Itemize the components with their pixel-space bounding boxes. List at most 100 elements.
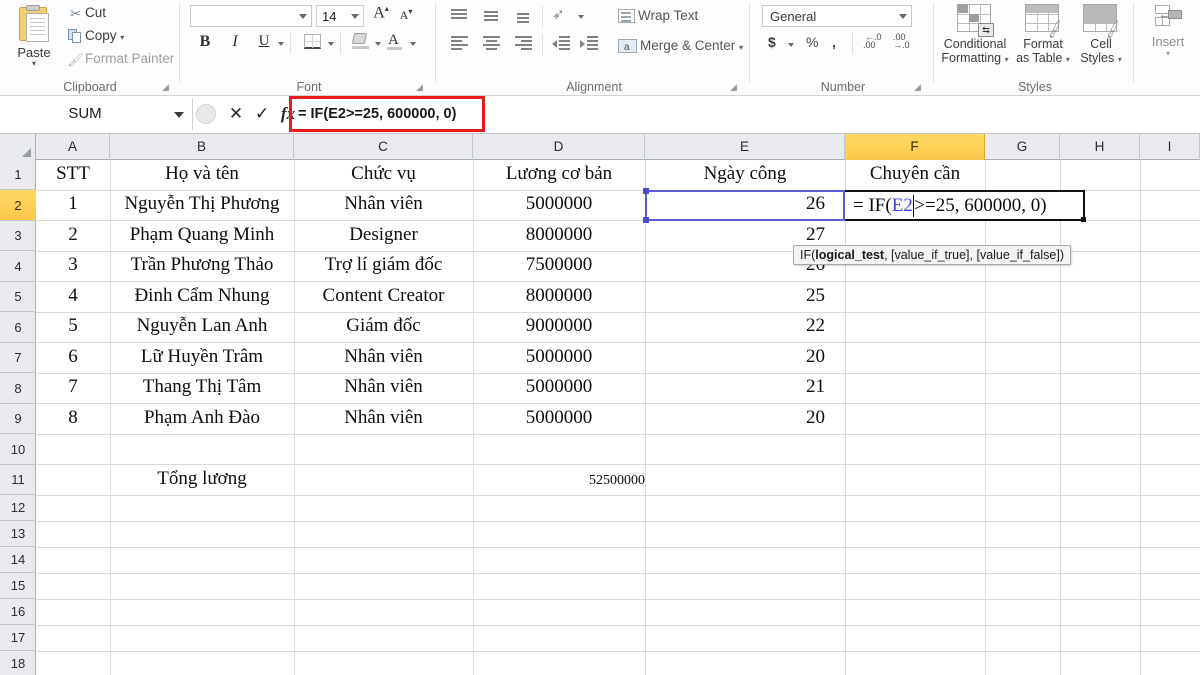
bold-button[interactable]: B	[196, 33, 214, 51]
cell-E3[interactable]: 27	[645, 224, 825, 246]
percent-button[interactable]: %	[806, 34, 818, 50]
cell-D8[interactable]: 5000000	[473, 376, 645, 398]
conditional-formatting-button[interactable]: ⇆ Conditional Formatting ▾	[938, 3, 1012, 67]
cell-B3[interactable]: Phạm Quang Minh	[110, 224, 294, 246]
cell-D9[interactable]: 5000000	[473, 407, 645, 429]
cell-B4[interactable]: Trần Phương Thảo	[110, 254, 294, 276]
orientation-dropdown-caret[interactable]	[578, 15, 584, 19]
cell-A9[interactable]: 8	[36, 407, 110, 429]
cell-A4[interactable]: 3	[36, 254, 110, 276]
orientation-icon[interactable]: ➶	[552, 5, 570, 23]
cancel-formula-button[interactable]: ✕	[224, 98, 248, 130]
align-right-icon[interactable]	[514, 36, 533, 51]
cell-A3[interactable]: 2	[36, 224, 110, 246]
cell-D2[interactable]: 5000000	[473, 193, 645, 215]
cell-B5[interactable]: Đinh Cẩm Nhung	[110, 285, 294, 307]
font-name-input[interactable]	[190, 5, 312, 27]
wrap-text-button[interactable]: Wrap Text	[618, 6, 698, 26]
cell-A7[interactable]: 6	[36, 346, 110, 368]
font-size-input[interactable]: 14	[316, 5, 364, 27]
column-header-h[interactable]: H	[1060, 134, 1140, 160]
number-dialog-launcher[interactable]: ◢	[914, 82, 924, 92]
column-header-f[interactable]: F	[845, 134, 985, 160]
align-bottom-icon[interactable]	[514, 8, 533, 23]
cell-E1[interactable]: Ngày công	[645, 163, 845, 185]
cell-B9[interactable]: Phạm Anh Đào	[110, 407, 294, 429]
cell-C5[interactable]: Content Creator	[294, 285, 473, 307]
cell-styles-button[interactable]: 🖌 Cell Styles ▾	[1064, 3, 1138, 67]
cell-C2[interactable]: Nhân viên	[294, 193, 473, 215]
underline-button[interactable]: U	[255, 33, 273, 50]
row-header-6[interactable]: 6	[0, 312, 36, 343]
row-header-3[interactable]: 3	[0, 221, 36, 251]
row-header-18[interactable]: 18	[0, 651, 36, 675]
currency-dropdown-caret[interactable]	[788, 43, 794, 47]
cell-E2[interactable]: 26	[645, 193, 825, 215]
decrease-indent-icon[interactable]	[552, 36, 571, 51]
cell-A8[interactable]: 7	[36, 376, 110, 398]
cell-A2[interactable]: 1	[36, 193, 110, 215]
row-header-15[interactable]: 15	[0, 573, 36, 599]
cell-B1[interactable]: Họ và tên	[110, 163, 294, 185]
fill-handle[interactable]	[1081, 217, 1086, 222]
format-painter-button[interactable]: 🖌Format Painter	[66, 48, 174, 69]
row-header-8[interactable]: 8	[0, 373, 36, 404]
fill-color-icon[interactable]	[351, 33, 370, 49]
insert-dropdown-caret[interactable]: ▾	[1131, 49, 1200, 58]
cell-E9[interactable]: 20	[645, 407, 825, 429]
cell-D7[interactable]: 5000000	[473, 346, 645, 368]
row-header-5[interactable]: 5	[0, 282, 36, 312]
increase-font-size-button[interactable]: A▴	[371, 4, 391, 22]
column-header-g[interactable]: G	[985, 134, 1060, 160]
cell-D6[interactable]: 9000000	[473, 315, 645, 337]
cell-A1[interactable]: STT	[36, 163, 110, 185]
merge-center-button[interactable]: Merge & Center ▾	[618, 36, 743, 58]
italic-button[interactable]: I	[226, 33, 244, 51]
cell-D11[interactable]: 52500000	[473, 473, 645, 489]
underline-dropdown-caret[interactable]	[278, 42, 284, 46]
row-header-17[interactable]: 17	[0, 625, 36, 651]
row-header-12[interactable]: 12	[0, 495, 36, 521]
paste-button[interactable]: Paste ▾	[6, 3, 62, 75]
row-header-4[interactable]: 4	[0, 251, 36, 282]
cell-E8[interactable]: 21	[645, 376, 825, 398]
name-box[interactable]: SUM	[0, 98, 193, 130]
cell-D4[interactable]: 7500000	[473, 254, 645, 276]
cell-B6[interactable]: Nguyễn Lan Anh	[110, 315, 294, 337]
align-top-icon[interactable]	[450, 8, 469, 23]
editing-cell-f2[interactable]: = IF(E2 >=25, 600000, 0)	[845, 190, 1086, 222]
cs-dropdown-caret[interactable]: ▾	[1118, 55, 1122, 64]
cell-C1[interactable]: Chức vụ	[294, 163, 473, 185]
cell-B2[interactable]: Nguyễn Thị Phương	[110, 193, 294, 215]
row-header-11[interactable]: 11	[0, 465, 36, 495]
column-header-c[interactable]: C	[294, 134, 473, 160]
cut-button[interactable]: ✂ Cut	[66, 2, 106, 23]
font-dialog-launcher[interactable]: ◢	[416, 82, 426, 92]
align-left-icon[interactable]	[450, 36, 469, 51]
column-header-a[interactable]: A	[36, 134, 110, 160]
align-middle-icon[interactable]	[482, 8, 501, 23]
row-header-13[interactable]: 13	[0, 521, 36, 547]
select-all-corner[interactable]	[0, 134, 36, 160]
copy-button[interactable]: Copy ▾	[66, 25, 124, 46]
column-header-i[interactable]: I	[1140, 134, 1200, 160]
cell-D5[interactable]: 8000000	[473, 285, 645, 307]
column-header-d[interactable]: D	[473, 134, 645, 160]
row-header-16[interactable]: 16	[0, 599, 36, 625]
cell-B7[interactable]: Lữ Huyền Trâm	[110, 346, 294, 368]
cell-B11[interactable]: Tổng lương	[110, 468, 294, 490]
row-header-1[interactable]: 1	[0, 160, 36, 190]
increase-indent-icon[interactable]	[580, 36, 599, 51]
enter-formula-button[interactable]: ✓	[250, 98, 274, 130]
row-header-9[interactable]: 9	[0, 404, 36, 434]
align-center-icon[interactable]	[482, 36, 501, 51]
row-header-2[interactable]: 2	[0, 190, 36, 221]
row-header-14[interactable]: 14	[0, 547, 36, 573]
column-header-e[interactable]: E	[645, 134, 845, 160]
cell-C7[interactable]: Nhân viên	[294, 346, 473, 368]
cell-C6[interactable]: Giám đốc	[294, 315, 473, 337]
cell-D3[interactable]: 8000000	[473, 224, 645, 246]
row-header-7[interactable]: 7	[0, 343, 36, 373]
cell-A6[interactable]: 5	[36, 315, 110, 337]
number-format-select[interactable]: General	[762, 5, 912, 27]
